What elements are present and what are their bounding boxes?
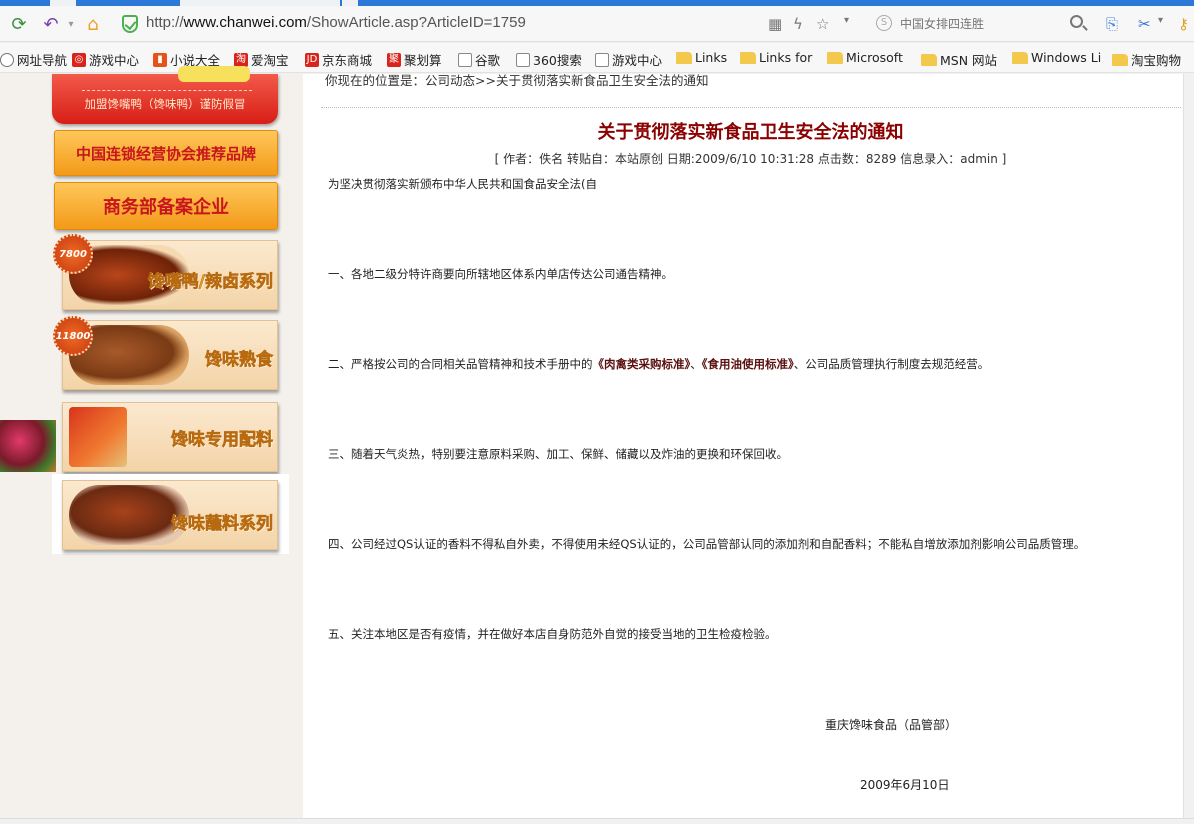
key-icon[interactable]: ⚷ [1178,15,1189,33]
article-paragraph: 五、关注本地区是否有疫情，并在做好本店自身防范外自觉的接受当地的卫生检疫检验。 [328,627,777,641]
globe-icon [0,52,14,67]
extension-icon[interactable]: ⎘ [1106,15,1118,33]
join-pill [178,66,250,82]
bolt-icon[interactable]: ϟ [793,15,803,33]
search-engine-icon: S [876,15,892,31]
article-date: 2009年6月10日 [860,778,950,792]
join-banner[interactable]: 加盟馋嘴鸭（馋味鸭）谨防假冒 [52,66,278,124]
standard-name: 《食用油使用标准》 [701,357,794,371]
product-card-dipping[interactable]: 馋味蘸料系列 [62,480,278,550]
product-card-label: 馋味熟食 [205,350,274,371]
product-card-label: 馋嘴鸭/辣卤系列 [147,272,273,293]
star-icon[interactable]: ☆ [816,15,829,33]
jd-icon: JD [305,52,319,67]
search-box[interactable]: S [870,12,1092,36]
price-badge: 7800 [53,234,93,274]
bookmark-folder[interactable]: MSN 网站 [921,50,997,69]
article-paragraph: 三、随着天气炎热，特别要注意原料采购、加工、保鲜、储藏以及炸油的更换和环保回收。 [328,447,788,461]
article-paragraph: 二、严格按公司的合同相关品管精神和技术手册中的《肉禽类采购标准》、《食用油使用标… [328,356,989,372]
taobao-icon: 淘 [234,52,248,67]
article-title: 关于贯彻落实新食品卫生安全法的通知 [597,122,904,143]
folder-icon [1012,51,1028,64]
chevron-down-icon[interactable]: ▾ [60,14,82,36]
folder-icon [676,51,692,64]
address-bar[interactable]: http://www.chanwei.com/ShowArticle.asp?A… [118,10,758,38]
chevron-down-icon[interactable]: ▾ [1158,15,1163,26]
left-sidebar: 加盟馋嘴鸭（馋味鸭）谨防假冒 中国连锁经营协会推荐品牌 商务部备案企业 馋嘴鸭/… [0,66,303,824]
seasoning-bag-image [69,407,127,467]
article-paragraph: 一、各地二级分特许商要向所辖地区体系内单店传达公司通告精神。 [328,267,673,281]
bookmark-item[interactable]: 360搜索 [516,50,582,69]
folder-icon [827,51,843,64]
bookmark-folder[interactable]: Windows Li [1012,50,1101,65]
bookmark-folder[interactable]: Links for [740,50,812,65]
product-card-label: 馋味蘸料系列 [171,514,274,535]
record-banner[interactable]: 商务部备案企业 [54,182,278,230]
article-content: 你现在的位置是：公司动态>>关于贯彻落实新食品卫生安全法的通知 关于贯彻落实新食… [303,73,1183,818]
article-meta: [ 作者：佚名 转贴自：本站原创 日期:2009/6/10 10:31:28 点… [494,152,1007,166]
bookmark-folder[interactable]: Links [676,50,727,65]
juhuasuan-icon: 聚 [387,52,401,67]
search-icon[interactable] [1070,15,1083,28]
bookmark-folder[interactable]: 淘宝购物 [1112,50,1181,69]
product-card-duck[interactable]: 馋嘴鸭/辣卤系列 [62,240,278,310]
address-toolbar: ⟳ ↶ ▾ ⌂ http://www.chanwei.com/ShowArtic… [0,6,1194,42]
text: 、 [690,357,702,371]
chevron-down-icon[interactable]: ▾ [844,15,849,26]
folder-icon [1112,53,1128,66]
refresh-icon[interactable]: ⟳ [8,14,30,36]
bookmark-item[interactable]: 谷歌 [458,50,500,69]
page-icon [458,52,472,67]
vertical-scrollbar[interactable] [1183,74,1194,818]
text: 二、严格按公司的合同相关品管精神和技术手册中的 [328,357,593,371]
standard-name: 《肉禽类采购标准》 [592,357,691,371]
scissors-icon[interactable]: ✂ [1138,15,1151,33]
bookmark-item[interactable]: JD 京东商城 [305,50,372,69]
url-text[interactable]: http://www.chanwei.com/ShowArticle.asp?A… [146,14,526,31]
bookmark-item[interactable]: 游戏中心 [595,50,662,69]
divider [82,90,252,91]
novel-icon: ▮ [153,52,167,67]
page-icon [595,52,609,67]
undo-icon[interactable]: ↶ [40,14,62,36]
bookmark-item[interactable]: ◎ 游戏中心 [72,50,139,69]
search-input[interactable] [900,14,1070,34]
folder-icon [740,51,756,64]
price-badge: 11800 [53,316,93,356]
article-intro: 为坚决贯彻落实新颁布中华人民共和国食品安全法(自 [328,177,597,191]
bookmark-item[interactable]: 网址导航 [0,50,67,69]
article-paragraph: 四、公司经过QS认证的香料不得私自外卖，不得使用未经QS认证的，公司品管部认同的… [328,537,1086,551]
qr-icon[interactable]: ▦ [768,15,782,33]
join-subtitle: 加盟馋嘴鸭（馋味鸭）谨防假冒 [84,97,246,111]
game-icon: ◎ [72,52,86,67]
security-shield-icon [122,15,138,33]
bookmark-item[interactable]: 聚聚划算 [387,50,442,69]
page-icon [516,52,530,67]
article-signature: 重庆馋味食品（品管部） [825,718,958,732]
divider [321,107,1181,108]
text: 、公司品质管理执行制度去规范经营。 [793,357,990,371]
breadcrumb: 你现在的位置是：公司动态>>关于贯彻落实新食品卫生安全法的通知 [325,73,709,88]
product-card-label: 馋味专用配料 [171,430,274,451]
partial-food-image [0,420,56,472]
status-bar [0,818,1194,824]
brand-banner[interactable]: 中国连锁经营协会推荐品牌 [54,130,278,176]
bookmark-folder[interactable]: Microsoft [827,50,903,65]
folder-icon [921,53,937,66]
home-icon[interactable]: ⌂ [82,14,104,36]
product-card-cooked[interactable]: 馋味熟食 [62,320,278,390]
product-card-seasoning[interactable]: 馋味专用配料 [62,402,278,472]
